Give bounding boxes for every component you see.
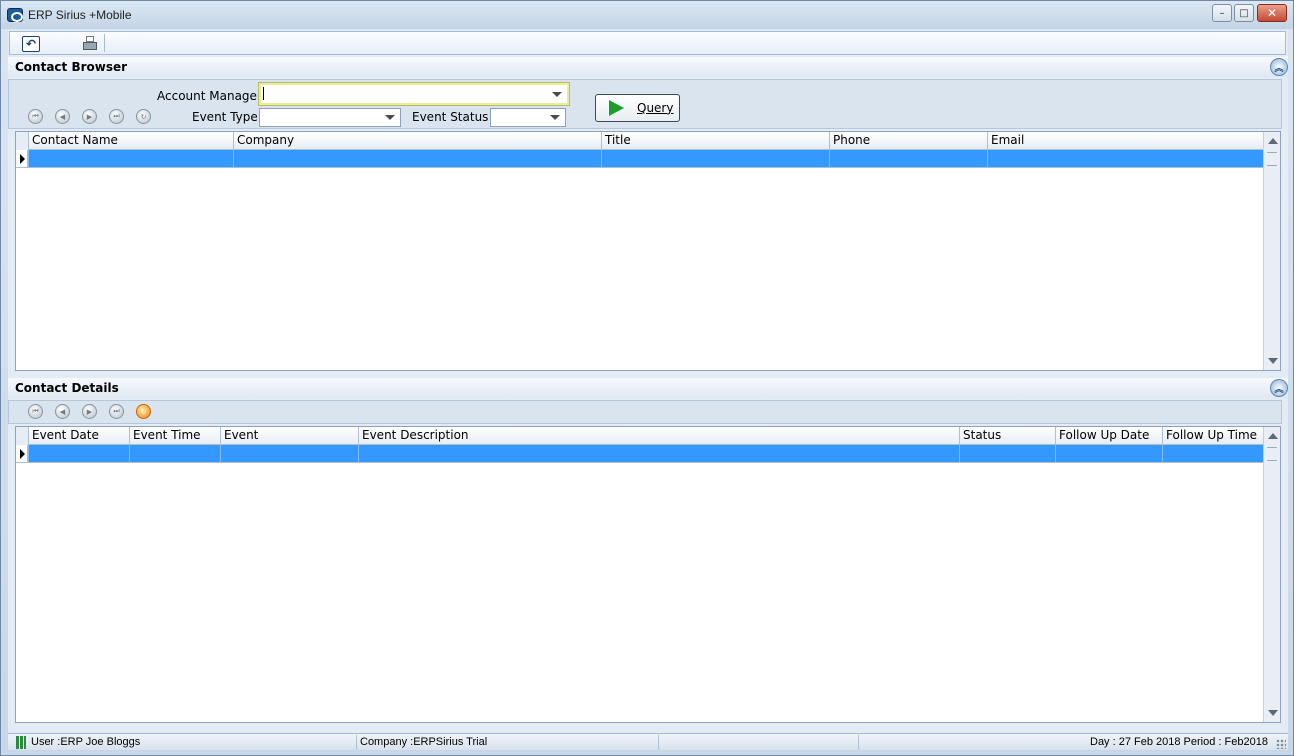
refresh-icon[interactable]: ↻: [136, 109, 151, 124]
status-bar: User :ERP Joe Bloggs Company :ERPSirius …: [8, 733, 1288, 750]
status-divider: [658, 735, 659, 750]
window-title: ERP Sirius +Mobile: [28, 8, 132, 22]
first-record-icon[interactable]: ⏮: [28, 404, 43, 419]
contact-browser-header: Contact Browser ︽: [8, 57, 1288, 77]
vertical-scrollbar[interactable]: [1263, 427, 1280, 722]
books-icon: [16, 736, 26, 749]
toolbar-divider: [104, 34, 105, 52]
chevron-down-icon[interactable]: [552, 92, 562, 97]
table-cell[interactable]: [959, 445, 1055, 462]
maximize-button[interactable]: □: [1234, 4, 1254, 22]
next-record-icon[interactable]: ▶: [82, 109, 97, 124]
status-divider: [356, 735, 357, 750]
contact-details-title: Contact Details: [15, 381, 119, 395]
title-bar[interactable]: ERP Sirius +Mobile – □ ✕: [1, 1, 1293, 29]
table-cell[interactable]: [233, 150, 601, 167]
column-header[interactable]: Follow Up Date: [1055, 427, 1162, 445]
app-logo-icon: [7, 8, 23, 22]
scroll-up-icon[interactable]: [1268, 433, 1278, 439]
event-type-combo[interactable]: [259, 108, 401, 127]
collapse-contact-browser-icon[interactable]: ︽: [1270, 58, 1288, 76]
scroll-up-icon[interactable]: [1268, 138, 1278, 144]
status-divider: [858, 735, 859, 750]
table-cell[interactable]: [1162, 445, 1264, 462]
row-indicator-header: [16, 427, 28, 445]
first-record-icon[interactable]: ⏮: [28, 109, 43, 124]
minimize-button[interactable]: –: [1212, 4, 1232, 22]
contact-browser-grid[interactable]: Contact Name Company Title Phone Email: [15, 131, 1281, 371]
next-record-icon[interactable]: ▶: [82, 404, 97, 419]
table-cell[interactable]: [601, 150, 829, 167]
last-record-icon[interactable]: ⏭: [109, 404, 124, 419]
table-cell[interactable]: [28, 150, 233, 167]
table-row[interactable]: [16, 445, 1264, 463]
column-header[interactable]: Company: [233, 132, 601, 150]
contact-browser-title: Contact Browser: [15, 60, 128, 74]
scroll-down-icon[interactable]: [1268, 710, 1278, 716]
account-manager-label: Account Manager: [157, 89, 262, 103]
event-type-label: Event Type: [192, 110, 258, 124]
scroll-thumb[interactable]: [1267, 152, 1277, 166]
table-cell[interactable]: [358, 445, 959, 462]
scroll-thumb[interactable]: [1267, 447, 1277, 461]
column-header[interactable]: Title: [601, 132, 829, 150]
table-cell[interactable]: [220, 445, 358, 462]
column-header[interactable]: Contact Name: [28, 132, 233, 150]
column-header[interactable]: Event: [220, 427, 358, 445]
row-indicator-header: [16, 132, 28, 150]
column-header[interactable]: Follow Up Time: [1162, 427, 1264, 445]
client-area: ↶ Contact Browser ︽ Account Manager ⏮ ◀ …: [8, 30, 1288, 750]
collapse-contact-details-icon[interactable]: ︽: [1270, 379, 1288, 397]
refresh-icon[interactable]: ↻: [136, 404, 151, 419]
table-cell[interactable]: [28, 445, 129, 462]
table-cell[interactable]: [987, 150, 1264, 167]
details-nav-bar: ⏮ ◀ ▶ ⏭ ↻: [8, 400, 1282, 424]
column-header[interactable]: Phone: [829, 132, 987, 150]
previous-record-icon[interactable]: ◀: [55, 109, 70, 124]
query-button[interactable]: Query: [595, 94, 680, 122]
text-cursor: [263, 87, 264, 100]
column-header[interactable]: Email: [987, 132, 1264, 150]
event-status-label: Event Status: [412, 110, 489, 124]
query-button-label: Query: [637, 101, 674, 115]
column-header[interactable]: Status: [959, 427, 1055, 445]
previous-record-icon[interactable]: ◀: [55, 404, 70, 419]
vertical-scrollbar[interactable]: [1263, 132, 1280, 370]
contact-details-grid[interactable]: Event Date Event Time Event Event Descri…: [15, 426, 1281, 723]
current-row-indicator-icon: [16, 445, 28, 462]
status-day-period: Day : 27 Feb 2018 Period : Feb2018: [1090, 736, 1268, 748]
status-user: User :ERP Joe Bloggs: [31, 736, 141, 748]
undo-icon[interactable]: ↶: [22, 36, 40, 52]
column-header[interactable]: Event Time: [129, 427, 220, 445]
last-record-icon[interactable]: ⏭: [109, 109, 124, 124]
column-header[interactable]: Event Date: [28, 427, 129, 445]
table-cell[interactable]: [829, 150, 987, 167]
close-button[interactable]: ✕: [1257, 4, 1287, 22]
printer-icon[interactable]: [81, 36, 99, 52]
contact-details-header: Contact Details ︽: [8, 378, 1288, 398]
app-window: ERP Sirius +Mobile – □ ✕ ↶ Contact Brows…: [0, 0, 1294, 756]
status-company: Company :ERPSirius Trial: [360, 736, 488, 748]
current-row-indicator-icon: [16, 150, 28, 167]
main-toolbar: ↶: [9, 31, 1286, 55]
table-cell[interactable]: [129, 445, 220, 462]
chevron-down-icon[interactable]: [550, 115, 560, 120]
chevron-down-icon[interactable]: [385, 115, 395, 120]
scroll-down-icon[interactable]: [1268, 358, 1278, 364]
grid-header: Contact Name Company Title Phone Email: [16, 132, 1264, 150]
query-panel: Account Manager ⏮ ◀ ▶ ⏭ ↻ Event Type Eve…: [8, 79, 1282, 129]
resize-grip-icon[interactable]: [1276, 739, 1286, 749]
play-icon: [609, 100, 624, 116]
table-row[interactable]: [16, 150, 1264, 168]
grid-header: Event Date Event Time Event Event Descri…: [16, 427, 1264, 445]
table-cell[interactable]: [1055, 445, 1162, 462]
column-header[interactable]: Event Description: [358, 427, 959, 445]
account-manager-combo[interactable]: [258, 82, 570, 106]
event-status-combo[interactable]: [490, 108, 566, 127]
